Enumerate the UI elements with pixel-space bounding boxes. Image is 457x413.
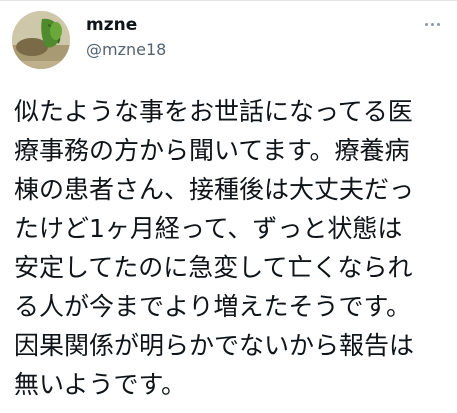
more-horizontal-icon[interactable] [418, 16, 446, 32]
tweet-text-line: 療事務の方から聞いてます。療養病 [14, 136, 410, 165]
more-dot [424, 22, 428, 26]
tweet-text-line: る人が今までより増えたそうです。 [14, 292, 412, 321]
tweet-text-line: 因果関係が明らかでないから報告は [14, 331, 415, 360]
more-dot [430, 22, 434, 26]
top-divider [0, 0, 457, 1]
more-dot [436, 22, 440, 26]
tweet-text-line: 似たような事をお世話になってる医 [14, 97, 413, 126]
user-handle[interactable]: @mzne18 [86, 40, 166, 60]
tweet-text-line: 棟の患者さん、接種後は大丈夫だっ [14, 175, 415, 204]
tweet-text: 似たような事をお世話になってる医 療事務の方から聞いてます。療養病 棟の患者さん… [14, 92, 454, 404]
tweet-text-line: たけど1ヶ月経って、ずっと状態は [14, 214, 403, 243]
avatar-photo-icon[interactable] [12, 11, 70, 69]
tweet-text-line: 無いようです。 [14, 370, 187, 399]
display-name[interactable]: mzne [86, 15, 137, 35]
tweet-text-line: 安定してたのに急変して亡くなられ [14, 253, 413, 282]
